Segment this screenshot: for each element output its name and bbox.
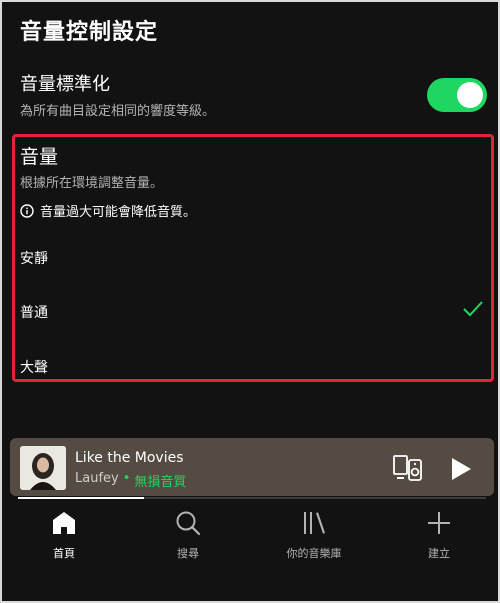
track-artist: Laufey xyxy=(75,471,119,486)
normalization-description: 為所有曲目設定相同的響度等級。 xyxy=(20,104,216,119)
volume-option-loud[interactable]: 大聲 xyxy=(20,357,48,377)
nav-search-label: 搜尋 xyxy=(177,547,199,560)
playback-progress[interactable] xyxy=(18,497,486,499)
search-icon xyxy=(176,511,201,536)
nav-create[interactable]: 建立 xyxy=(389,510,489,561)
volume-warning: 音量過大可能會降低音質。 xyxy=(20,201,196,220)
devices-icon[interactable] xyxy=(393,455,423,481)
checkmark-icon xyxy=(463,301,483,317)
volume-option-quiet[interactable]: 安靜 xyxy=(20,248,48,268)
bottom-navigation: 首頁 搜尋 你的音樂庫 建立 xyxy=(2,510,500,580)
library-icon xyxy=(304,512,325,534)
audio-quality-badge: 無損音質 xyxy=(134,475,187,490)
plus-icon xyxy=(428,512,450,534)
toggle-knob xyxy=(457,82,483,108)
nav-home-label: 首頁 xyxy=(53,547,75,560)
normalization-toggle[interactable] xyxy=(427,78,487,112)
info-icon xyxy=(20,203,34,218)
nav-search[interactable]: 搜尋 xyxy=(138,510,238,561)
nav-create-label: 建立 xyxy=(428,547,450,560)
now-playing-bar[interactable]: Like the Movies Laufey • 無損音質 xyxy=(10,438,494,496)
playback-progress-fill xyxy=(18,497,145,499)
nav-home[interactable]: 首頁 xyxy=(14,510,114,561)
page-title: 音量控制設定 xyxy=(20,20,159,45)
play-icon[interactable] xyxy=(450,457,472,481)
track-title: Like the Movies xyxy=(75,450,184,466)
nav-library-label: 你的音樂庫 xyxy=(286,547,342,560)
volume-option-normal[interactable]: 普通 xyxy=(20,302,48,322)
volume-description: 根據所在環境調整音量。 xyxy=(20,176,164,191)
nav-library[interactable]: 你的音樂庫 xyxy=(264,510,364,561)
track-separator: • xyxy=(122,471,131,486)
settings-screen: 音量控制設定 音量標準化 為所有曲目設定相同的響度等級。 音量 根據所在環境調整… xyxy=(0,0,500,603)
track-subtitle: Laufey • 無損音質 xyxy=(75,471,186,490)
home-icon xyxy=(53,512,75,534)
normalization-label: 音量標準化 xyxy=(20,74,110,95)
volume-warning-text: 音量過大可能會降低音質。 xyxy=(40,205,197,220)
album-art xyxy=(20,446,66,490)
volume-label: 音量 xyxy=(20,146,59,168)
